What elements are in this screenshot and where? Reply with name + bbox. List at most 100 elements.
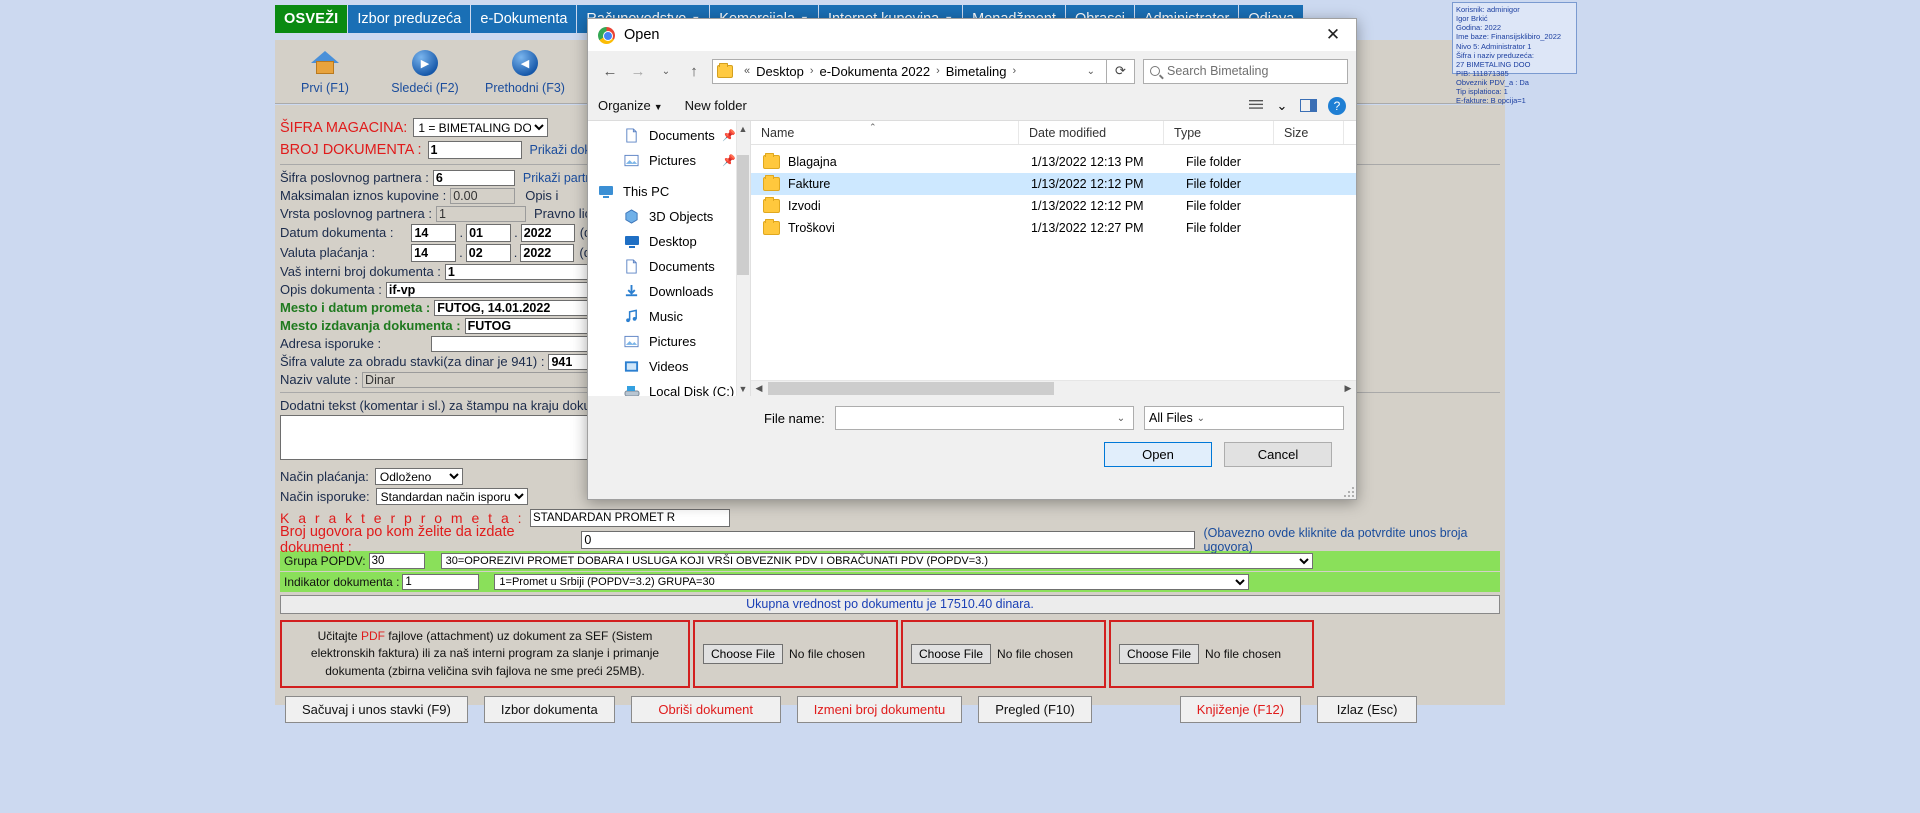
menu-item-izbor-preduzeca[interactable]: Izbor preduzeća (348, 5, 472, 33)
nav-item-label: Pictures (649, 334, 696, 349)
file-name: Izvodi (788, 199, 821, 213)
scroll-left-icon[interactable]: ◀ (751, 383, 767, 394)
nav-item-this-pc[interactable]: This PC (588, 179, 750, 204)
nav-item-videos[interactable]: Videos (588, 354, 750, 379)
info-line: Tip isplatioca: 1 (1456, 87, 1508, 97)
file-list-horizontal-scrollbar[interactable]: ◀ ▶ (751, 380, 1356, 396)
scrollbar-thumb[interactable] (737, 155, 749, 275)
maksimalan-iznos-label: Maksimalan iznos kupovine : (280, 188, 447, 203)
chevron-down-icon[interactable]: ⌄ (1113, 413, 1129, 424)
open-button[interactable]: Open (1104, 442, 1212, 467)
nav-item-3d-objects[interactable]: 3D Objects (588, 204, 750, 229)
menu-label: OSVEŽI (284, 10, 339, 27)
chevron-down-icon[interactable]: ⌄ (1080, 66, 1102, 77)
file-name-input[interactable]: ⌄ (834, 406, 1134, 430)
search-input[interactable]: Search Bimetaling (1143, 58, 1348, 84)
maksimalan-iznos-input (450, 187, 516, 204)
sifra-partnera-input[interactable] (432, 169, 515, 186)
grupa-popdv-input[interactable] (368, 553, 425, 569)
scroll-right-icon[interactable]: ▶ (1340, 383, 1356, 394)
grupa-popdv-select[interactable]: 30=OPOREZIVI PROMET DOBARA I USLUGA KOJI… (440, 553, 1313, 569)
table-row[interactable]: Troškovi 1/13/2022 12:27 PM File folder (751, 217, 1356, 239)
menu-item-osvezi[interactable]: OSVEŽI (275, 5, 349, 33)
dialog-title-bar: Open ✕ (588, 19, 1356, 51)
exit-button[interactable]: Izlaz (Esc) (1317, 696, 1418, 724)
up-icon[interactable]: ↑ (680, 58, 708, 84)
sifra-magacina-select[interactable]: 1 = BIMETALING DOO (413, 118, 549, 137)
delete-document-button[interactable]: Obriši dokument (630, 696, 781, 724)
change-document-number-button[interactable]: Izmeni broj dokumentu (796, 696, 963, 724)
scroll-down-icon[interactable]: ▼ (737, 381, 749, 396)
choose-file-button-1[interactable]: Choose File (703, 644, 784, 665)
user-info-panel: Korisnik: adminigor Igor Brkić Godina: 2… (1452, 2, 1577, 105)
breadcrumb-overflow[interactable]: « (740, 65, 754, 77)
pin-icon[interactable]: 📌 (722, 129, 736, 142)
toolbar-button-sledeci[interactable]: ▶ Sledeći (F2) (375, 48, 475, 95)
valuta-month-input[interactable] (465, 243, 511, 262)
nav-item-pictures-pinned[interactable]: Pictures 📌 (588, 148, 750, 173)
breadcrumb-item-desktop[interactable]: Desktop (754, 64, 806, 79)
column-header-type[interactable]: Type (1164, 121, 1274, 144)
nav-item-documents[interactable]: Documents (588, 254, 750, 279)
valuta-day-input[interactable] (411, 243, 457, 262)
menu-item-e-dokumenta[interactable]: e-Dokumenta (471, 5, 578, 33)
toolbar-button-prethodni[interactable]: ◀ Prethodni (F3) (475, 48, 575, 95)
nav-item-desktop[interactable]: Desktop (588, 229, 750, 254)
indikator-input[interactable] (402, 574, 480, 590)
refresh-icon[interactable]: ⟳ (1107, 58, 1135, 84)
table-row[interactable]: Blagajna 1/13/2022 12:13 PM File folder (751, 151, 1356, 173)
scrollbar-thumb[interactable] (768, 382, 1054, 395)
table-row[interactable]: Fakture 1/13/2022 12:12 PM File folder (751, 173, 1356, 195)
breadcrumb-item-edokumenta[interactable]: e-Dokumenta 2022 (818, 64, 933, 79)
column-header-name[interactable]: Name ⌃ (751, 121, 1019, 144)
toolbar-button-prvi[interactable]: Prvi (F1) (275, 48, 375, 95)
column-header-date[interactable]: Date modified (1019, 121, 1164, 144)
column-header-size[interactable]: Size (1274, 121, 1344, 144)
preview-pane-icon[interactable] (1298, 97, 1318, 114)
nacin-isporuke-select[interactable]: Standardan način isporuke (375, 488, 528, 505)
nav-pane-scrollbar[interactable]: ▲ ▼ (736, 121, 750, 396)
pin-icon[interactable]: 📌 (722, 154, 736, 167)
scroll-up-icon[interactable]: ▲ (737, 121, 749, 136)
broj-ugovora-input[interactable] (581, 530, 1196, 549)
file-type-select[interactable]: All Files ⌄ (1144, 406, 1344, 430)
valuta-year-input[interactable] (520, 243, 575, 262)
view-mode-icon[interactable] (1246, 97, 1266, 114)
grupa-popdv-label: Grupa POPDV: (284, 554, 366, 568)
close-icon[interactable]: ✕ (1316, 22, 1350, 48)
nacin-placanja-select[interactable]: Odloženo (374, 468, 463, 485)
nav-item-label: Music (649, 309, 683, 324)
nav-item-pictures[interactable]: Pictures (588, 329, 750, 354)
nav-item-music[interactable]: Music (588, 304, 750, 329)
chevron-down-icon[interactable]: ⌄ (1276, 97, 1288, 114)
help-icon[interactable]: ? (1328, 96, 1346, 115)
table-row[interactable]: Izvodi 1/13/2022 12:12 PM File folder (751, 195, 1356, 217)
resize-grip[interactable] (1342, 485, 1354, 497)
breadcrumb-item-bimetaling[interactable]: Bimetaling (944, 64, 1009, 79)
nav-item-downloads[interactable]: Downloads (588, 279, 750, 304)
recent-locations-icon[interactable]: ⌄ (652, 58, 680, 84)
nav-item-local-disk[interactable]: Local Disk (C:) (588, 379, 750, 396)
select-document-button[interactable]: Izbor dokumenta (483, 696, 615, 724)
column-label: Date modified (1029, 125, 1107, 140)
broj-dokumenta-input[interactable] (427, 140, 522, 159)
organize-button[interactable]: Organize ▼ (598, 98, 663, 113)
back-icon[interactable]: ← (596, 58, 624, 84)
posting-button[interactable]: Knjiženje (F12) (1179, 696, 1302, 724)
new-folder-button[interactable]: New folder (685, 98, 747, 113)
breadcrumb[interactable]: « Desktop › e-Dokumenta 2022 › Bimetalin… (712, 58, 1107, 84)
nav-item-documents-pinned[interactable]: Documents 📌 (588, 123, 750, 148)
save-and-items-button[interactable]: Sačuvaj i unos stavki (F9) (285, 696, 468, 724)
preview-button[interactable]: Pregled (F10) (978, 696, 1092, 724)
datum-year-input[interactable] (520, 223, 575, 242)
chevron-down-icon[interactable]: ⌄ (1193, 413, 1209, 424)
chevron-down-icon: ▼ (653, 102, 663, 112)
datum-day-input[interactable] (411, 223, 457, 242)
forward-icon[interactable]: → (624, 58, 652, 84)
desktop-icon (624, 234, 641, 250)
cancel-button[interactable]: Cancel (1224, 442, 1332, 467)
datum-month-input[interactable] (466, 223, 512, 242)
choose-file-button-3[interactable]: Choose File (1119, 644, 1200, 665)
choose-file-button-2[interactable]: Choose File (911, 644, 992, 665)
indikator-select[interactable]: 1=Promet u Srbiji (POPDV=3.2) GRUPA=30 (494, 574, 1250, 590)
